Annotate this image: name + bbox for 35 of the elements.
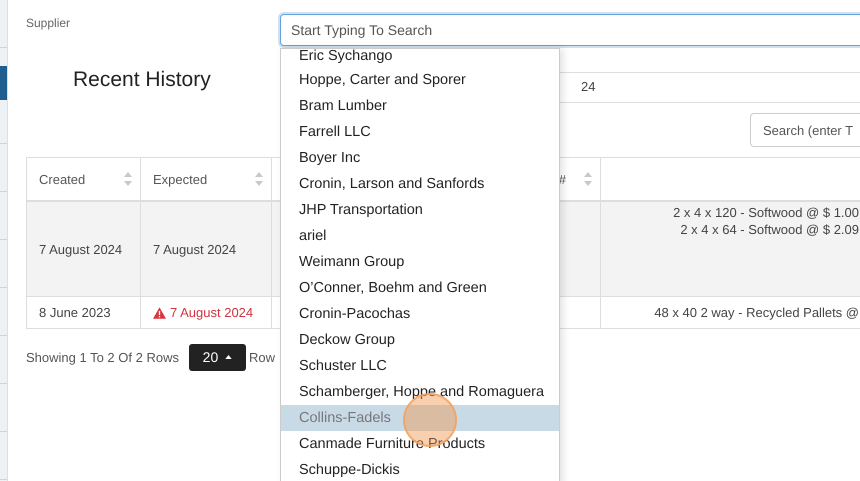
dropdown-option[interactable]: Schuppe-Dickis (281, 457, 559, 481)
column-header[interactable]: Created (27, 158, 141, 200)
dropdown-option[interactable]: Schuster LLC (281, 353, 559, 379)
table-cell: 48 x 40 2 way - Recycled Pallets @ (654, 305, 859, 320)
pagination-summary: Showing 1 To 2 Of 2 Rows (26, 350, 179, 364)
table-cell: 2 x 4 x 120 - Softwood @ $ 1.00 (673, 205, 859, 220)
table-cell: 7 August 2024 (153, 242, 236, 256)
table-cell: 8 June 2023 (39, 305, 111, 320)
sort-icon (584, 172, 592, 186)
sort-icon (124, 172, 132, 186)
dropdown-option[interactable]: ariel (281, 223, 559, 249)
supplier-search-field[interactable]: Start Typing To Search (280, 14, 860, 46)
dropdown-option[interactable]: O’Conner, Boehm and Green (281, 275, 559, 301)
dropdown-option[interactable]: Farrell LLC (281, 119, 559, 145)
page-size-button[interactable]: 20 (188, 344, 246, 370)
search-field[interactable]: Search (enter T (750, 113, 860, 147)
dropdown-option[interactable]: JHP Transportation (281, 197, 559, 223)
field-label: Supplier (26, 16, 70, 30)
page-size-label: Row (248, 350, 275, 364)
column-header[interactable]: Expected (141, 158, 272, 200)
dropdown-option[interactable]: Eric Sychango (281, 49, 559, 67)
sort-icon (255, 172, 263, 186)
caret-icon (225, 355, 232, 359)
dropdown-option[interactable]: Weimann Group (281, 249, 559, 275)
dropdown-option[interactable]: Canmade Furniture Products (281, 431, 559, 457)
dropdown-option[interactable]: Cronin-Pacochas (281, 301, 559, 327)
section-heading: Recent History (73, 68, 211, 92)
dropdown-option[interactable]: Deckow Group (281, 327, 559, 353)
table-cell: 7 August 2024 (153, 305, 254, 320)
dropdown-option[interactable]: Boyer Inc (281, 145, 559, 171)
table-cell: 2 x 4 x 64 - Softwood @ $ 2.09 (680, 222, 859, 237)
dropdown-option[interactable]: Cronin, Larson and Sanfords (281, 171, 559, 197)
dropdown-option[interactable]: Schamberger, Hoppe and Romaguera (281, 379, 559, 405)
warning-icon (153, 306, 166, 318)
table-cell: 7 August 2024 (39, 242, 122, 256)
